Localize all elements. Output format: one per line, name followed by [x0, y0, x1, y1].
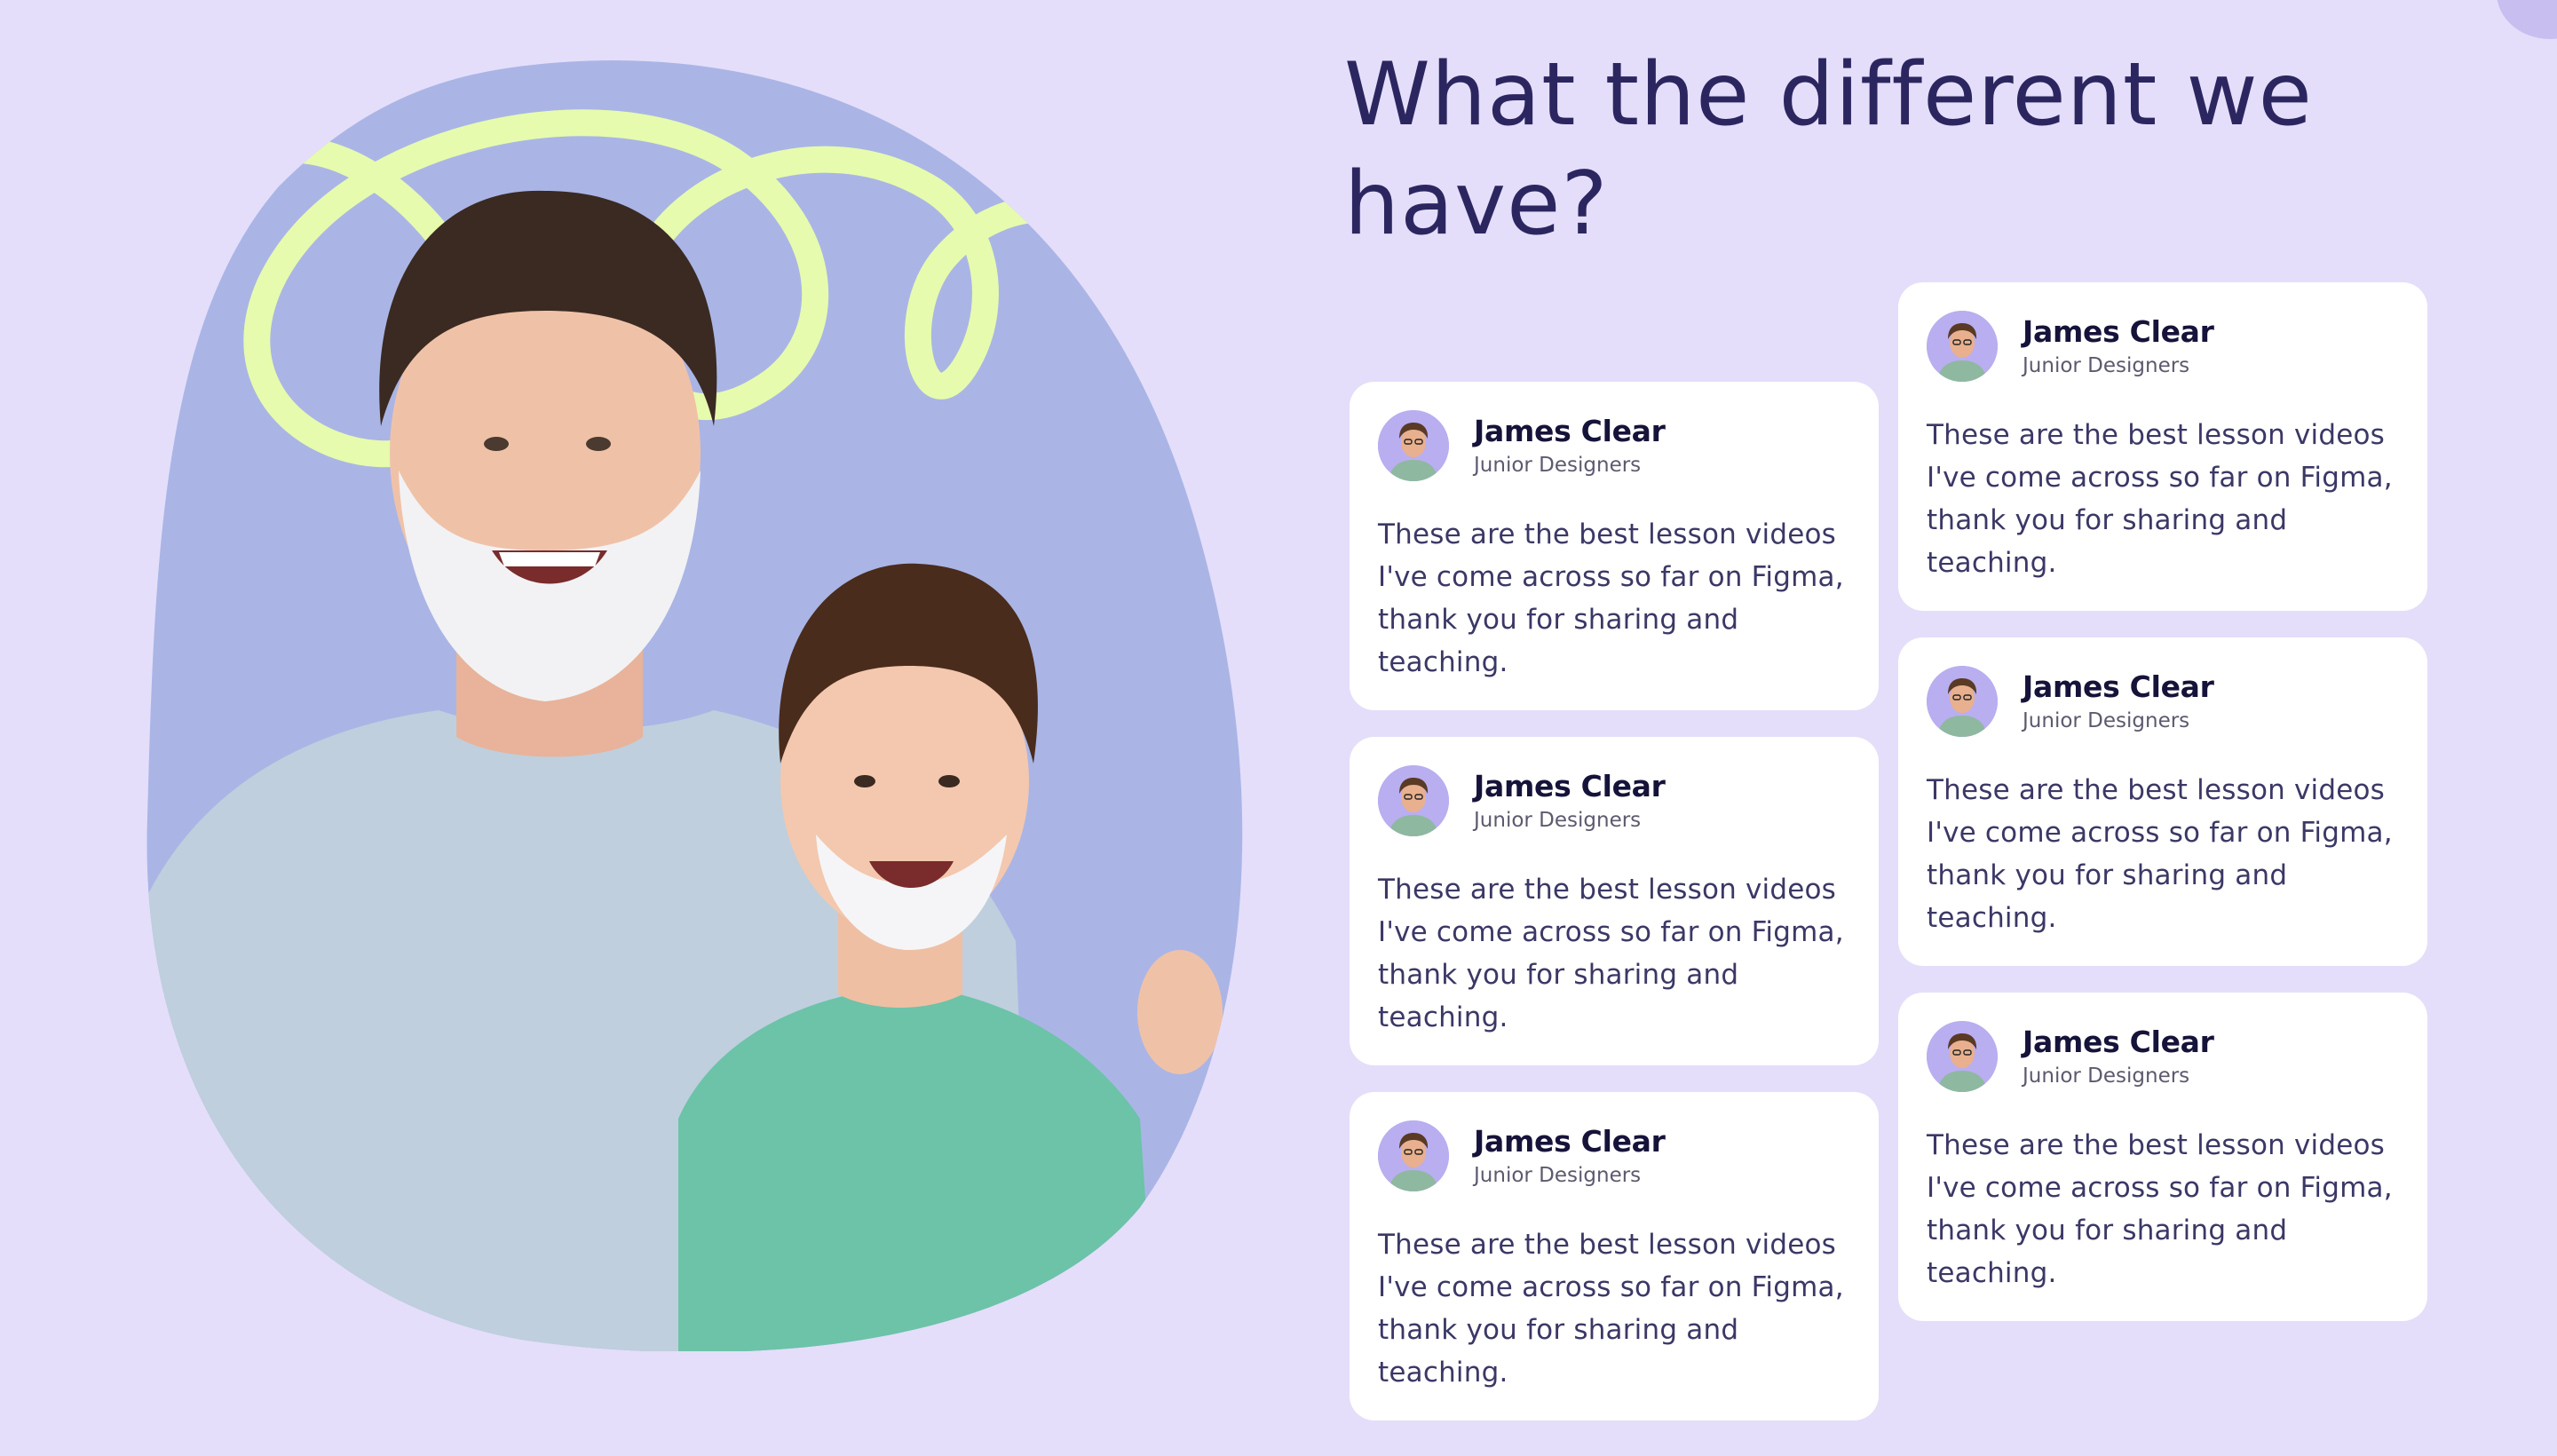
- testimonial-card: James Clear Junior Designers These are t…: [1898, 637, 2427, 966]
- testimonial-card: James Clear Junior Designers These are t…: [1898, 282, 2427, 611]
- avatar: [1927, 1021, 1998, 1092]
- user-avatar-icon: [1378, 1120, 1449, 1191]
- user-avatar-icon: [1378, 410, 1449, 481]
- user-avatar-icon: [1927, 311, 1998, 382]
- author-name: James Clear: [2023, 1025, 2214, 1060]
- author-role: Junior Designers: [1474, 808, 1642, 832]
- hero-image: [146, 53, 1268, 1351]
- author-name: James Clear: [1474, 769, 1666, 804]
- user-avatar-icon: [1927, 666, 1998, 737]
- author-role: Junior Designers: [2023, 353, 2190, 377]
- author-role: Junior Designers: [2023, 708, 2190, 732]
- testimonial-text: These are the best lesson videos I've co…: [1378, 1229, 1844, 1389]
- user-avatar-icon: [1378, 765, 1449, 836]
- corner-decoration: [2497, 0, 2557, 39]
- author-name: James Clear: [1474, 414, 1666, 449]
- father-son-shaving-photo-icon: [146, 60, 1243, 1351]
- author-role: Junior Designers: [2023, 1064, 2190, 1088]
- avatar: [1378, 410, 1449, 481]
- avatar: [1927, 666, 1998, 737]
- testimonial-text: These are the best lesson videos I've co…: [1927, 774, 2393, 934]
- avatar: [1378, 1120, 1449, 1191]
- user-avatar-icon: [1927, 1021, 1998, 1092]
- author-name: James Clear: [1474, 1124, 1666, 1159]
- author-name: James Clear: [2023, 669, 2214, 705]
- avatar: [1927, 311, 1998, 382]
- testimonial-card: James Clear Junior Designers These are t…: [1898, 993, 2427, 1321]
- testimonial-text: These are the best lesson videos I've co…: [1378, 518, 1844, 678]
- avatar: [1378, 765, 1449, 836]
- testimonial-card: James Clear Junior Designers These are t…: [1350, 737, 1879, 1065]
- author-name: James Clear: [2023, 314, 2214, 350]
- author-role: Junior Designers: [1474, 1163, 1642, 1187]
- testimonial-text: These are the best lesson videos I've co…: [1927, 1129, 2393, 1289]
- testimonial-card: James Clear Junior Designers These are t…: [1350, 1092, 1879, 1420]
- section-title: What the different we have?: [1344, 44, 2313, 255]
- testimonial-text: These are the best lesson videos I've co…: [1378, 874, 1844, 1033]
- testimonial-text: These are the best lesson videos I've co…: [1927, 419, 2393, 579]
- author-role: Junior Designers: [1474, 453, 1642, 477]
- testimonial-card: James Clear Junior Designers These are t…: [1350, 382, 1879, 710]
